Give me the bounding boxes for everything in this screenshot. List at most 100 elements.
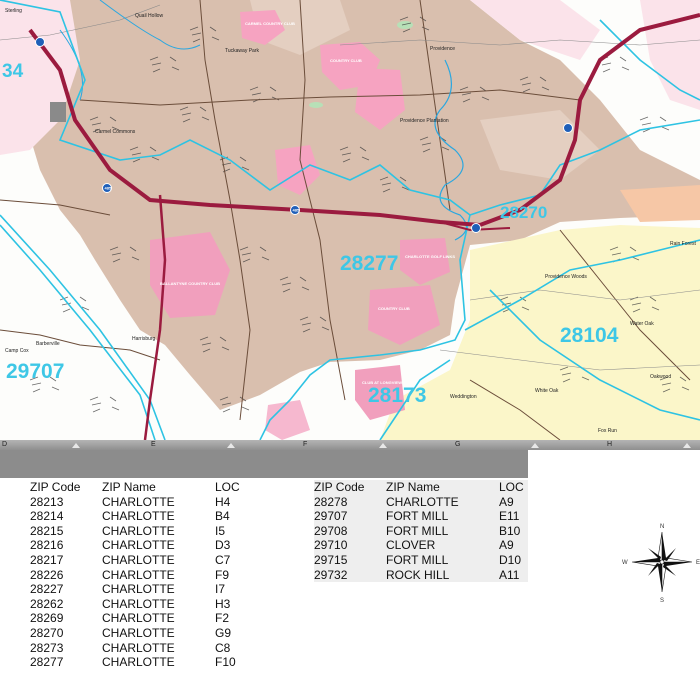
zip-code-cell: 28262 xyxy=(30,596,64,611)
zip-index-table-left: ZIP Code ZIP Name LOC 28213 CHARLOTTE H4 28… xyxy=(30,480,255,670)
club-label: CHARLOTTE GOLF LINKS xyxy=(405,254,455,259)
table-row: 28213 CHARLOTTE H4 xyxy=(30,495,255,510)
zip-label: 28173 xyxy=(368,384,426,407)
zip-index-table-right: ZIP Code ZIP Name LOC 28278 CHARLOTTE A9 29… xyxy=(314,480,528,583)
table-row: 29732 ROCK HILL A11 xyxy=(314,568,528,583)
place-label: Providence Woods xyxy=(545,274,587,280)
loc-cell: A11 xyxy=(499,567,520,582)
zip-code-cell: 28277 xyxy=(30,655,64,670)
loc-cell: F2 xyxy=(215,611,230,626)
loc-cell: F10 xyxy=(215,655,236,670)
grid-marker-icon xyxy=(683,443,691,448)
column-header-zip-code: ZIP Code xyxy=(314,480,365,494)
zip-code-cell: 29732 xyxy=(314,567,348,582)
zip-code-cell: 29708 xyxy=(314,523,348,538)
map-canvas: 485 485 CARMEL COUNTRY CLUB COUNTRY CLUB… xyxy=(0,0,700,440)
place-label: Water Oak xyxy=(630,321,654,327)
place-label: Oakwood xyxy=(650,374,671,380)
compass-w: W xyxy=(622,560,628,566)
place-label: Fox Run xyxy=(598,428,617,434)
loc-cell: I5 xyxy=(215,523,226,538)
column-header-loc: LOC xyxy=(499,480,524,494)
index-header-band xyxy=(0,450,528,478)
zip-code-cell: 28273 xyxy=(30,640,64,655)
zip-code-cell: 28215 xyxy=(30,523,64,538)
place-label: Providence xyxy=(430,46,455,52)
grid-marker-icon xyxy=(379,443,387,448)
table-row: 29707 FORT MILL E11 xyxy=(314,509,528,524)
zip-code-cell: 28216 xyxy=(30,538,64,553)
zip-code-cell: 28270 xyxy=(30,625,64,640)
zip-label: 29707 xyxy=(6,360,64,383)
zip-label: 28270 xyxy=(500,203,547,222)
table-row: 28278 CHARLOTTE A9 xyxy=(314,495,528,510)
zip-label: 34 xyxy=(2,61,24,82)
zip-name-cell: CHARLOTTE xyxy=(102,567,175,582)
table-row: 28270 CHARLOTTE G9 xyxy=(30,626,255,641)
zip-code-cell: 28213 xyxy=(30,494,64,509)
column-header-zip-name: ZIP Name xyxy=(102,480,156,494)
zip-label: 28104 xyxy=(560,324,619,347)
loc-cell: D3 xyxy=(215,538,231,553)
grid-label-e: E xyxy=(151,441,156,448)
zip-code-cell: 28227 xyxy=(30,582,64,597)
loc-cell: A9 xyxy=(499,494,514,509)
zip-name-cell: CHARLOTTE xyxy=(102,611,175,626)
table-row: 28215 CHARLOTTE I5 xyxy=(30,524,255,539)
grid-marker-icon xyxy=(531,443,539,448)
zip-name-cell: FORT MILL xyxy=(386,552,449,567)
place-label: Weddington xyxy=(450,394,477,400)
interstate-label: 485 xyxy=(293,208,300,213)
table-row: 29710 CLOVER A9 xyxy=(314,538,528,553)
grid-column-bar: D E F G H xyxy=(0,440,700,450)
interstate-label: 485 xyxy=(105,186,112,191)
zip-code-map[interactable]: 485 485 CARMEL COUNTRY CLUB COUNTRY CLUB… xyxy=(0,0,700,440)
table-row: 28273 CHARLOTTE C8 xyxy=(30,641,255,656)
loc-cell: I7 xyxy=(215,582,226,597)
place-label: Carmel Commons xyxy=(95,129,136,135)
zip-label: 28277 xyxy=(340,252,398,275)
zip-name-cell: CLOVER xyxy=(386,538,436,553)
compass-e: E xyxy=(696,560,700,566)
grid-marker-icon xyxy=(72,443,80,448)
zip-name-cell: CHARLOTTE xyxy=(102,655,175,670)
table-row: 28277 CHARLOTTE F10 xyxy=(30,655,255,670)
place-label: Barberville xyxy=(36,341,60,347)
club-label: BALLANTYNE COUNTRY CLUB xyxy=(160,281,220,286)
club-label: COUNTRY CLUB xyxy=(330,58,362,63)
grid-label-g: G xyxy=(455,441,461,448)
table-row: 28269 CHARLOTTE F2 xyxy=(30,611,255,626)
zip-name-cell: CHARLOTTE xyxy=(102,494,175,509)
zip-name-cell: CHARLOTTE xyxy=(102,640,175,655)
zip-name-cell: CHARLOTTE xyxy=(102,538,175,553)
table-row: 28217 CHARLOTTE C7 xyxy=(30,553,255,568)
place-label: White Oak xyxy=(535,388,559,394)
column-header-zip-code: ZIP Code xyxy=(30,480,81,494)
loc-cell: F9 xyxy=(215,567,230,582)
zip-code-cell: 29707 xyxy=(314,509,348,524)
table-header-row: ZIP Code ZIP Name LOC xyxy=(314,480,528,495)
zip-name-cell: CHARLOTTE xyxy=(102,596,175,611)
loc-cell: H3 xyxy=(215,596,231,611)
loc-cell: B10 xyxy=(499,523,521,538)
loc-cell: B4 xyxy=(215,509,230,524)
loc-cell: H4 xyxy=(215,494,231,509)
place-label: Rain Forest xyxy=(670,241,696,247)
zip-name-cell: FORT MILL xyxy=(386,509,449,524)
zip-code-cell: 28217 xyxy=(30,552,64,567)
table-row: 28214 CHARLOTTE B4 xyxy=(30,509,255,524)
place-label: Sterling xyxy=(5,8,22,14)
grid-marker-icon xyxy=(227,443,235,448)
zip-name-cell: CHARLOTTE xyxy=(102,523,175,538)
place-label: Camp Cox xyxy=(5,348,29,354)
table-row: 28262 CHARLOTTE H3 xyxy=(30,597,255,612)
place-label: Tuckaway Park xyxy=(225,48,259,54)
zip-name-cell: FORT MILL xyxy=(386,523,449,538)
loc-cell: A9 xyxy=(499,538,514,553)
table-row: 28227 CHARLOTTE I7 xyxy=(30,582,255,597)
zip-name-cell: CHARLOTTE xyxy=(102,625,175,640)
compass-n: N xyxy=(660,524,664,530)
loc-cell: E11 xyxy=(499,509,520,524)
place-label: Providence Plantation xyxy=(400,118,449,124)
zip-code-cell: 28278 xyxy=(314,494,348,509)
